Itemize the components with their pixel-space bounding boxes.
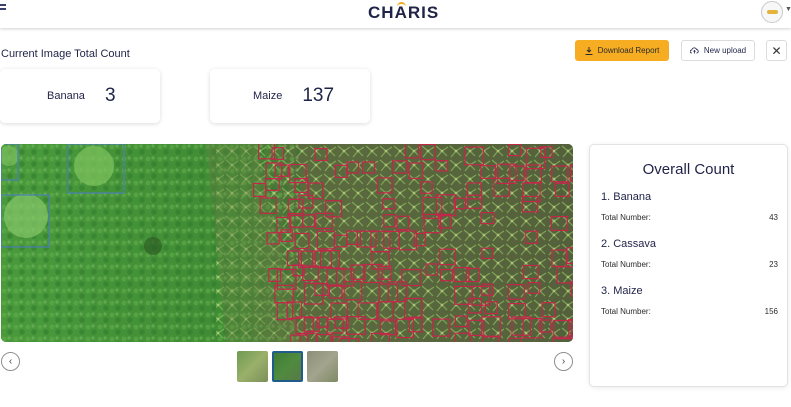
overall-count-panel: Overall Count 1. Banana Total Number: 43… <box>589 144 788 387</box>
new-upload-button[interactable]: New upload <box>681 40 755 61</box>
close-button[interactable]: ✕ <box>766 40 787 61</box>
total-number-label: Total Number: <box>601 260 651 269</box>
count-card-label: Banana <box>47 90 85 102</box>
count-card-value: 137 <box>302 85 335 106</box>
total-number-value: 43 <box>769 213 778 222</box>
previous-image-button[interactable]: ‹ <box>1 352 20 371</box>
overall-item-name: 2. Cassava <box>601 238 657 250</box>
overall-item-cassava: 2. Cassava Total Number: 23 <box>601 238 778 270</box>
thumbnail-3[interactable] <box>307 351 338 382</box>
overall-item-maize: 3. Maize Total Number: 156 <box>601 285 778 317</box>
total-number-label: Total Number: <box>601 213 651 222</box>
overall-count-title: Overall Count <box>642 161 735 178</box>
next-image-button[interactable]: › <box>554 352 573 371</box>
page-title: Current Image Total Count <box>1 48 130 60</box>
aerial-image <box>1 144 573 342</box>
overall-item-row: Total Number: 43 <box>601 213 778 223</box>
total-number-value: 156 <box>764 307 778 316</box>
overall-item-name: 1. Banana <box>601 191 652 203</box>
thumbnail-2-selected[interactable] <box>272 351 303 382</box>
download-report-label: Download Report <box>597 46 660 55</box>
overall-item-name: 3. Maize <box>601 285 643 297</box>
count-card-banana: Banana 3 <box>0 69 160 123</box>
total-number-label: Total Number: <box>601 307 651 316</box>
thumbnail-1[interactable] <box>237 351 268 382</box>
download-icon <box>585 46 593 55</box>
chevron-left-icon: ‹ <box>8 356 13 367</box>
download-report-button[interactable]: Download Report <box>575 40 669 61</box>
count-card-label: Maize <box>253 90 283 102</box>
app-header: CHARIS ▼ <box>0 0 791 28</box>
app-logo: CHARIS <box>368 3 440 22</box>
hamburger-icon[interactable] <box>0 4 6 14</box>
chevron-right-icon: › <box>561 356 566 367</box>
aerial-image-canvas <box>1 144 573 342</box>
user-avatar-icon[interactable] <box>761 1 783 23</box>
overall-item-row: Total Number: 156 <box>601 307 778 317</box>
chevron-down-icon[interactable]: ▼ <box>785 6 791 13</box>
cloud-upload-icon <box>689 47 699 54</box>
overall-item-row: Total Number: 23 <box>601 260 778 270</box>
count-card-value: 3 <box>104 85 116 106</box>
overall-item-banana: 1. Banana Total Number: 43 <box>601 191 778 223</box>
total-number-value: 23 <box>769 260 778 269</box>
new-upload-label: New upload <box>703 46 747 55</box>
count-card-maize: Maize 137 <box>210 69 370 123</box>
close-icon: ✕ <box>771 43 782 58</box>
